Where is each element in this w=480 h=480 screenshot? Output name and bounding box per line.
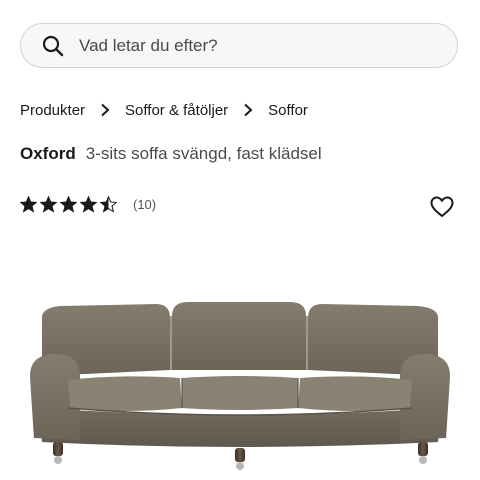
breadcrumb-item-soffor[interactable]: Soffor xyxy=(268,102,308,119)
star-filled-icon xyxy=(20,196,37,213)
search-icon[interactable] xyxy=(41,34,65,58)
chevron-right-icon xyxy=(91,100,119,120)
star-filled-icon xyxy=(80,196,97,213)
search-bar[interactable] xyxy=(20,23,458,68)
star-filled-icon xyxy=(40,196,57,213)
breadcrumb: Produkter Soffor & fåtöljer Soffor xyxy=(20,100,308,120)
product-rating[interactable]: (10) xyxy=(20,196,156,213)
chevron-right-icon xyxy=(234,100,262,120)
rating-stars xyxy=(20,196,117,213)
star-half-icon xyxy=(100,196,117,213)
review-count[interactable]: (10) xyxy=(133,197,156,212)
heart-icon[interactable] xyxy=(430,196,454,218)
search-input[interactable] xyxy=(79,35,419,56)
star-filled-icon xyxy=(60,196,77,213)
product-subtitle: 3-sits soffa svängd, fast klädsel xyxy=(85,144,322,163)
product-title: Oxford 3-sits soffa svängd, fast klädsel xyxy=(20,144,322,164)
product-brand: Oxford xyxy=(20,144,76,163)
product-image[interactable] xyxy=(20,290,460,470)
breadcrumb-item-soffor-fatoljer[interactable]: Soffor & fåtöljer xyxy=(125,102,228,119)
product-page: Produkter Soffor & fåtöljer Soffor Oxfor… xyxy=(0,0,480,480)
breadcrumb-item-produkter[interactable]: Produkter xyxy=(20,102,85,119)
